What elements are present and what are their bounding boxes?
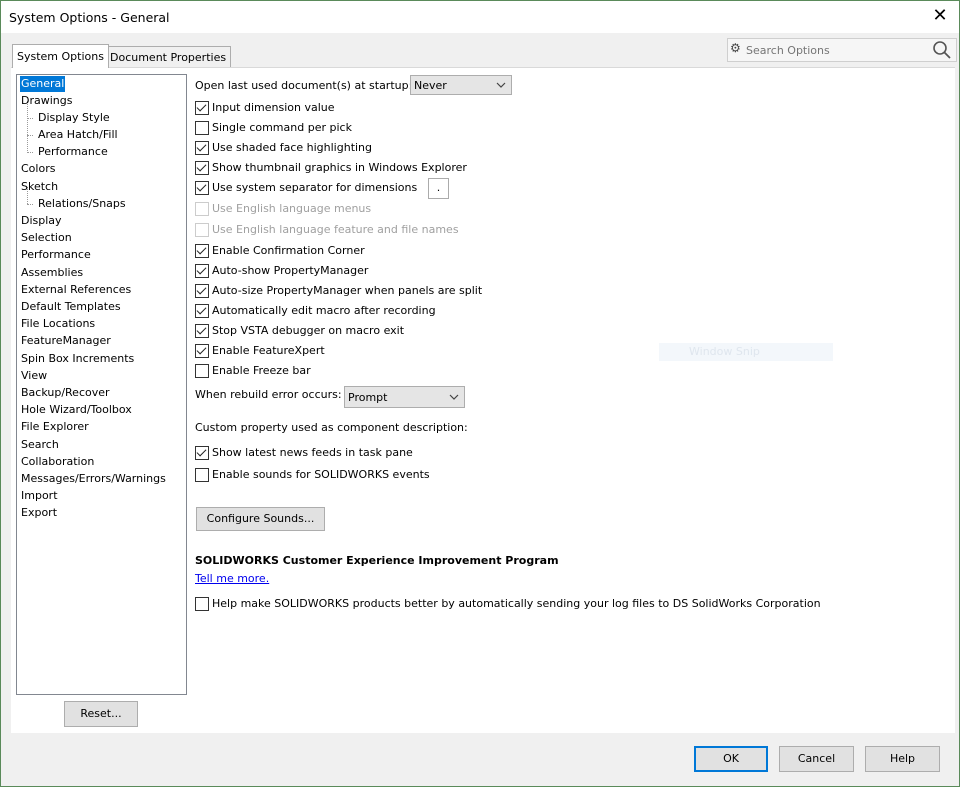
- tree-item-view[interactable]: View: [21, 368, 47, 384]
- checkbox[interactable]: [195, 304, 209, 318]
- tree-item-general[interactable]: General: [20, 76, 66, 92]
- help-button[interactable]: Help: [865, 746, 940, 772]
- checkbox[interactable]: [195, 141, 209, 155]
- tree-item-drawings-performance[interactable]: Performance: [38, 144, 108, 160]
- tree-item-import[interactable]: Import: [21, 488, 58, 504]
- checkbox[interactable]: [195, 446, 209, 460]
- custom-property-label: Custom property used as component descri…: [195, 421, 468, 434]
- checkbox: [195, 202, 209, 216]
- checkbox-label: Use English language menus: [212, 202, 372, 215]
- checkbox[interactable]: [195, 244, 209, 258]
- checkbox-label: Enable FeatureXpert: [212, 344, 325, 357]
- magnifier-icon[interactable]: [932, 40, 952, 60]
- title-bar: System Options - General ✕: [1, 1, 959, 33]
- tree-item-relations-snaps[interactable]: Relations/Snaps: [38, 196, 126, 212]
- tree-item-export[interactable]: Export: [21, 505, 57, 521]
- tree-item-hole-wizard-toolbox[interactable]: Hole Wizard/Toolbox: [21, 402, 132, 418]
- checkbox-label: Use system separator for dimensions: [212, 181, 418, 194]
- checkbox-label: Help make SOLIDWORKS products better by …: [212, 597, 821, 610]
- ceip-title: SOLIDWORKS Customer Experience Improveme…: [195, 554, 559, 567]
- checkbox-label: Auto-size PropertyManager when panels ar…: [212, 284, 483, 297]
- tree-item-featuremanager[interactable]: FeatureManager: [21, 333, 111, 349]
- checkbox[interactable]: [195, 284, 209, 298]
- chevron-down-icon: [449, 394, 459, 400]
- open-last-label: Open last used document(s) at startup:: [195, 79, 413, 92]
- checkbox[interactable]: [195, 181, 209, 195]
- tree-item-colors[interactable]: Colors: [21, 161, 55, 177]
- tree-item-drawings[interactable]: Drawings: [21, 93, 72, 109]
- checkbox-label: Show thumbnail graphics in Windows Explo…: [212, 161, 467, 174]
- tab-document-properties[interactable]: Document Properties: [105, 46, 232, 68]
- tree-item-search[interactable]: Search: [21, 437, 59, 453]
- checkbox-label: Enable sounds for SOLIDWORKS events: [212, 468, 430, 481]
- checkbox-label: Input dimension value: [212, 101, 335, 114]
- tree-item-area-hatch-fill[interactable]: Area Hatch/Fill: [38, 127, 118, 143]
- checkbox[interactable]: [195, 364, 209, 378]
- separator-field[interactable]: .: [428, 178, 449, 199]
- chevron-down-icon: [496, 82, 506, 88]
- checkbox-label: Auto-show PropertyManager: [212, 264, 369, 277]
- checkbox[interactable]: [195, 324, 209, 338]
- tree-item-messages-errors-warnings[interactable]: Messages/Errors/Warnings: [21, 471, 166, 487]
- checkbox[interactable]: [195, 161, 209, 175]
- ok-button[interactable]: OK: [694, 746, 768, 772]
- checkbox-label: Enable Freeze bar: [212, 364, 311, 377]
- tree-item-selection[interactable]: Selection: [21, 230, 72, 246]
- tree-item-display-style[interactable]: Display Style: [38, 110, 110, 126]
- checkbox-label: Automatically edit macro after recording: [212, 304, 436, 317]
- window-title: System Options - General: [9, 10, 170, 25]
- tree-item-display[interactable]: Display: [21, 213, 62, 229]
- search-box[interactable]: ⚙: [727, 38, 957, 62]
- cancel-button[interactable]: Cancel: [779, 746, 854, 772]
- tree-item-file-locations[interactable]: File Locations: [21, 316, 95, 332]
- checkbox[interactable]: [195, 597, 209, 611]
- rebuild-error-value: Prompt: [348, 391, 388, 404]
- checkbox[interactable]: [195, 101, 209, 115]
- checkbox-label: Stop VSTA debugger on macro exit: [212, 324, 405, 337]
- tree-item-default-templates[interactable]: Default Templates: [21, 299, 121, 315]
- tree-item-backup-recover[interactable]: Backup/Recover: [21, 385, 110, 401]
- open-last-value: Never: [414, 79, 447, 92]
- window-snip-overlay: Window Snip: [659, 343, 833, 361]
- tell-me-more-link[interactable]: Tell me more.: [195, 572, 269, 585]
- tree-item-collaboration[interactable]: Collaboration: [21, 454, 94, 470]
- rebuild-error-select[interactable]: Prompt: [344, 386, 465, 408]
- checkbox-label: Use shaded face highlighting: [212, 141, 373, 154]
- open-last-select[interactable]: Never: [410, 75, 512, 95]
- tree-item-sketch[interactable]: Sketch: [21, 179, 58, 195]
- tree-item-performance[interactable]: Performance: [21, 247, 91, 263]
- checkbox-label: Use English language feature and file na…: [212, 223, 459, 236]
- checkbox: [195, 223, 209, 237]
- search-input[interactable]: [744, 40, 928, 60]
- options-tree[interactable]: General Drawings Display Style Area Hatc…: [16, 74, 187, 695]
- tree-item-spin-box-increments[interactable]: Spin Box Increments: [21, 351, 134, 367]
- tree-item-file-explorer[interactable]: File Explorer: [21, 419, 89, 435]
- checkbox[interactable]: [195, 264, 209, 278]
- configure-sounds-button[interactable]: Configure Sounds...: [196, 507, 325, 531]
- checkbox-label: Enable Confirmation Corner: [212, 244, 365, 257]
- checkbox[interactable]: [195, 468, 209, 482]
- reset-button[interactable]: Reset...: [64, 701, 138, 727]
- checkbox[interactable]: [195, 344, 209, 358]
- checkbox-label: Single command per pick: [212, 121, 352, 134]
- tab-system-options[interactable]: System Options: [12, 44, 109, 68]
- close-icon[interactable]: ✕: [929, 5, 951, 27]
- tree-item-assemblies[interactable]: Assemblies: [21, 265, 83, 281]
- tree-item-external-references[interactable]: External References: [21, 282, 131, 298]
- gear-icon[interactable]: ⚙: [730, 41, 741, 55]
- checkbox-label: Show latest news feeds in task pane: [212, 446, 413, 459]
- rebuild-error-label: When rebuild error occurs:: [195, 388, 342, 401]
- checkbox[interactable]: [195, 121, 209, 135]
